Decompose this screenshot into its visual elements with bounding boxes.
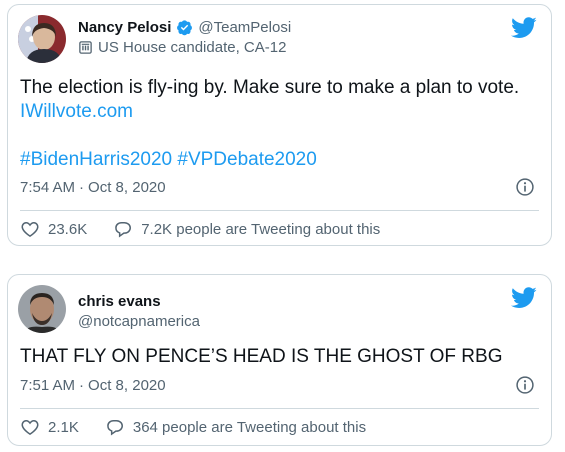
handle[interactable]: @notcapnamerica: [78, 313, 200, 330]
like-button[interactable]: 23.6K: [20, 219, 87, 239]
tweet-time: 7:51 AM: [20, 377, 76, 394]
tweet-date: Oct 8, 2020: [88, 179, 166, 196]
verified-badge-icon: [177, 20, 193, 36]
tweeting-count: 364 people are Tweeting about this: [132, 418, 367, 436]
tweet-date: Oct 8, 2020: [88, 377, 166, 394]
twitter-bird-icon[interactable]: [511, 17, 537, 39]
label-text: US House candidate, CA-12: [98, 39, 287, 56]
tweet-timestamp[interactable]: 7:51 AM · Oct 8, 2020: [20, 377, 166, 394]
info-icon[interactable]: [515, 375, 535, 395]
speech-bubble-icon: [115, 222, 132, 238]
handle[interactable]: @TeamPelosi: [198, 19, 291, 36]
avatar-image: [18, 285, 66, 333]
government-building-icon: [79, 41, 92, 54]
info-icon[interactable]: [515, 177, 535, 197]
speech-bubble-icon: [107, 420, 123, 436]
meta-separator: ·: [79, 377, 85, 394]
tweeting-about-button[interactable]: 7.2K people are Tweeting about this: [113, 219, 380, 239]
tweet-text: The election is fly-ing by. Make sure to…: [20, 76, 519, 124]
account-label: US House candidate, CA-12: [78, 39, 286, 56]
avatar[interactable]: [18, 285, 66, 333]
divider: [20, 210, 539, 211]
display-name[interactable]: Nancy Pelosi: [78, 19, 171, 36]
like-count: 2.1K: [48, 418, 79, 436]
like-count: 23.6K: [48, 220, 88, 238]
tweet-hashtags[interactable]: #BidenHarris2020 #VPDebate2020: [20, 148, 317, 172]
author-line: Nancy Pelosi @TeamPelosi: [78, 19, 291, 36]
divider: [20, 408, 539, 409]
handle-line: @notcapnamerica: [78, 313, 200, 330]
tweeting-about-button[interactable]: 364 people are Tweeting about this: [105, 417, 366, 437]
twitter-bird-icon[interactable]: [511, 287, 537, 309]
tweet-text: THAT FLY ON PENCE’S HEAD IS THE GHOST OF…: [20, 346, 503, 367]
tweeting-count: 7.2K people are Tweeting about this: [141, 220, 381, 238]
tweet-text-line: The election is fly-ing by. Make sure to…: [20, 77, 520, 98]
tweet-timestamp[interactable]: 7:54 AM · Oct 8, 2020: [20, 179, 166, 196]
meta-separator: ·: [79, 179, 85, 196]
display-name[interactable]: chris evans: [78, 293, 161, 310]
action-bar: 2.1K 364 people are Tweeting about this: [20, 417, 366, 437]
tweet-card[interactable]: Nancy Pelosi @TeamPelosi US House candid…: [7, 4, 552, 246]
like-button[interactable]: 2.1K: [20, 417, 79, 437]
tweet-card[interactable]: chris evans @notcapnamerica THAT FLY ON …: [7, 274, 552, 446]
heart-icon: [21, 221, 39, 237]
avatar[interactable]: [18, 15, 66, 63]
tweet-time: 7:54 AM: [20, 179, 76, 196]
avatar-image: [18, 15, 66, 63]
tweet-link[interactable]: IWillvote.com: [20, 100, 519, 124]
heart-icon: [21, 419, 39, 435]
action-bar: 23.6K 7.2K people are Tweeting about thi…: [20, 219, 380, 239]
author-line: chris evans: [78, 293, 161, 310]
